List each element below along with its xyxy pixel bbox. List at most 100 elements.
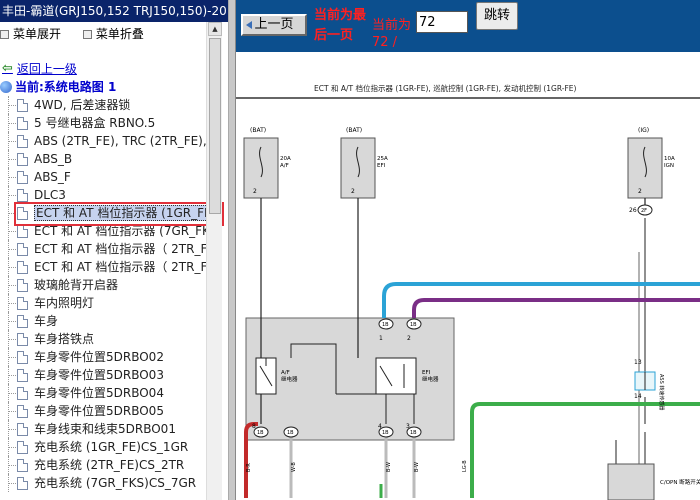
- tree-item[interactable]: 车身零件位置5DRBO05: [0, 402, 206, 420]
- tree-guide-branch: [8, 303, 16, 304]
- tree-item[interactable]: ECT 和 AT 档位指示器（ 2TR_FE: [0, 240, 206, 258]
- expand-menu-label: 菜单展开: [13, 27, 62, 41]
- expand-menu-button[interactable]: 菜单展开: [0, 24, 61, 44]
- collapse-menu-label: 菜单折叠: [95, 27, 144, 41]
- fuse-rating-efi: 25A: [377, 156, 388, 162]
- tree-item[interactable]: ECT 和 AT 档位指示器 (1GR_FE): [0, 204, 206, 222]
- window-title: 丰田-霸道(GRJ150,152 TRJ150,150)-201: [0, 0, 232, 22]
- tree-item-label: 充电系统 (1GR_FE)CS_1GR: [34, 440, 189, 454]
- total-pages-label: 72 /: [372, 35, 398, 50]
- tree-item[interactable]: 充电系统 (7GR_FKS)CS_7GR: [0, 474, 206, 492]
- tree-item-label: 充电系统 (2TR_FE)CS_2TR: [34, 458, 185, 472]
- document-icon: [17, 351, 28, 364]
- document-icon: [17, 423, 28, 436]
- tree-item[interactable]: DLC3: [0, 186, 206, 204]
- connector-label: 1B: [287, 430, 294, 436]
- tree-item[interactable]: ABS_F: [0, 168, 206, 186]
- tree-item[interactable]: 充电系统 (2TR_FE)CS_2TR: [0, 456, 206, 474]
- pin-number: 13: [634, 359, 642, 366]
- scroll-up-button[interactable]: ▲: [208, 22, 222, 36]
- document-icon: [17, 315, 28, 328]
- document-icon: [17, 261, 28, 274]
- back-arrow-icon: ⇦: [2, 61, 13, 76]
- back-link-label: 返回上一级: [16, 62, 77, 76]
- collapse-icon: [82, 29, 92, 39]
- tree-item-label: DLC3: [34, 188, 66, 202]
- document-icon: [17, 459, 28, 472]
- pin-number: 26: [629, 207, 637, 214]
- tree-item[interactable]: 车身: [0, 312, 206, 330]
- scrollbar[interactable]: ▲: [206, 22, 222, 500]
- fuse-source-af: (BAT): [250, 127, 266, 134]
- tree-guide-branch: [8, 375, 16, 376]
- tree-item[interactable]: 车身零件位置5DRBO02: [0, 348, 206, 366]
- folder-globe-icon: [0, 81, 12, 93]
- last-page-notice: 当前为最后一页: [314, 8, 367, 43]
- pin-number: 4: [378, 423, 382, 430]
- tree-item[interactable]: ECT 和 AT 档位指示器 (7GR_FKS: [0, 222, 206, 240]
- tree-item[interactable]: 5 号继电器盒 RBNO.5: [0, 114, 206, 132]
- fuse-source-ign: (IG): [638, 127, 649, 134]
- tree-guide-branch: [8, 321, 16, 322]
- fuse-rating-af: 20A: [280, 156, 291, 162]
- connector-label: 1B: [410, 430, 417, 436]
- connector-label: 1B: [410, 322, 417, 328]
- tree-item[interactable]: 充电系统 (1GR_FE)CS_1GR: [0, 438, 206, 456]
- fuse-rating-ign: 10A: [664, 156, 675, 162]
- back-link[interactable]: ⇦ 返回上一级: [0, 60, 206, 78]
- previous-page-button[interactable]: 上一页: [241, 14, 307, 36]
- tree-item[interactable]: 车身零件位置5DRBO03: [0, 366, 206, 384]
- fuse-name-efi: EFI: [377, 163, 386, 169]
- document-icon: [17, 387, 28, 400]
- document-icon: [17, 225, 28, 238]
- document-icon: [17, 243, 28, 256]
- wire-code: W-B: [291, 462, 297, 472]
- document-icon: [17, 153, 28, 166]
- page-toolbar: 上一页 当前为最后一页 当前为 72 / 跳转: [236, 0, 700, 52]
- tree-item[interactable]: 车身搭铁点: [0, 330, 206, 348]
- current-page-label: 当前为: [372, 18, 412, 33]
- tree-item-label: ECT 和 AT 档位指示器 (1GR_FE): [34, 205, 206, 221]
- tree-guide-branch: [8, 177, 16, 178]
- document-icon: [17, 135, 28, 148]
- pin-number: 2: [407, 335, 411, 342]
- page-number-input[interactable]: [416, 11, 468, 33]
- fuse-name-ign: IGN: [664, 163, 674, 169]
- menu-bar: 菜单展开 菜单折叠: [0, 24, 162, 44]
- tree-item[interactable]: ABS (2TR_FE), TRC (2TR_FE),: [0, 132, 206, 150]
- tree-item[interactable]: 4WD, 后差速器锁: [0, 96, 206, 114]
- tree-item-label: ECT 和 AT 档位指示器（ 2TR_FE: [34, 260, 206, 274]
- tree-item-label: 车身: [34, 314, 59, 328]
- panel-splitter[interactable]: [228, 0, 236, 500]
- tree-guide-branch: [8, 483, 16, 484]
- tree-guide-branch: [8, 411, 16, 412]
- tree-guide-branch: [8, 141, 16, 142]
- tree-item[interactable]: 玻璃舱背开启器: [0, 276, 206, 294]
- tree-item[interactable]: 车内照明灯: [0, 294, 206, 312]
- tree-item[interactable]: 车身零件位置5DRBO04: [0, 384, 206, 402]
- diagram-title: ECT 和 A/T 档位指示器 (1GR-FE), 巡航控制 (1GR-FE),…: [314, 83, 577, 93]
- tree-item[interactable]: ECT 和 AT 档位指示器（ 2TR_FE: [0, 258, 206, 276]
- tree-guide-branch: [8, 213, 16, 214]
- tree-item[interactable]: 车身线束和线束5DRBO01: [0, 420, 206, 438]
- tree-item-label: 车身零件位置5DRBO05: [34, 404, 164, 418]
- document-icon: [17, 189, 28, 202]
- tree-guide-branch: [8, 393, 16, 394]
- collapse-menu-button[interactable]: 菜单折叠: [82, 24, 144, 44]
- document-icon: [17, 477, 28, 490]
- tree-item-label: ECT 和 AT 档位指示器（ 2TR_FE: [34, 242, 206, 256]
- fuse-pin-ign: 2: [638, 188, 642, 195]
- scrollbar-thumb[interactable]: [209, 38, 221, 214]
- relay-efi-name: EFI: [422, 370, 431, 376]
- current-node-label: 当前:系统电路图 1: [15, 80, 117, 94]
- expand-icon: [0, 29, 9, 39]
- tree-item-label: ABS (2TR_FE), TRC (2TR_FE),: [34, 134, 206, 148]
- current-node[interactable]: 当前:系统电路图 1: [0, 78, 206, 96]
- tree-item-label: 玻璃舱背开启器: [34, 278, 119, 292]
- tree-item-label: 车身零件位置5DRBO03: [34, 368, 164, 382]
- tree-item[interactable]: ABS_B: [0, 150, 206, 168]
- tree-view: ⇦ 返回上一级 当前:系统电路图 1 4WD, 后差速器锁 5 号继电器盒 RBN…: [0, 60, 206, 492]
- document-icon: [17, 99, 28, 112]
- connector-label: 1B: [382, 322, 389, 328]
- jump-button[interactable]: 跳转: [476, 2, 518, 30]
